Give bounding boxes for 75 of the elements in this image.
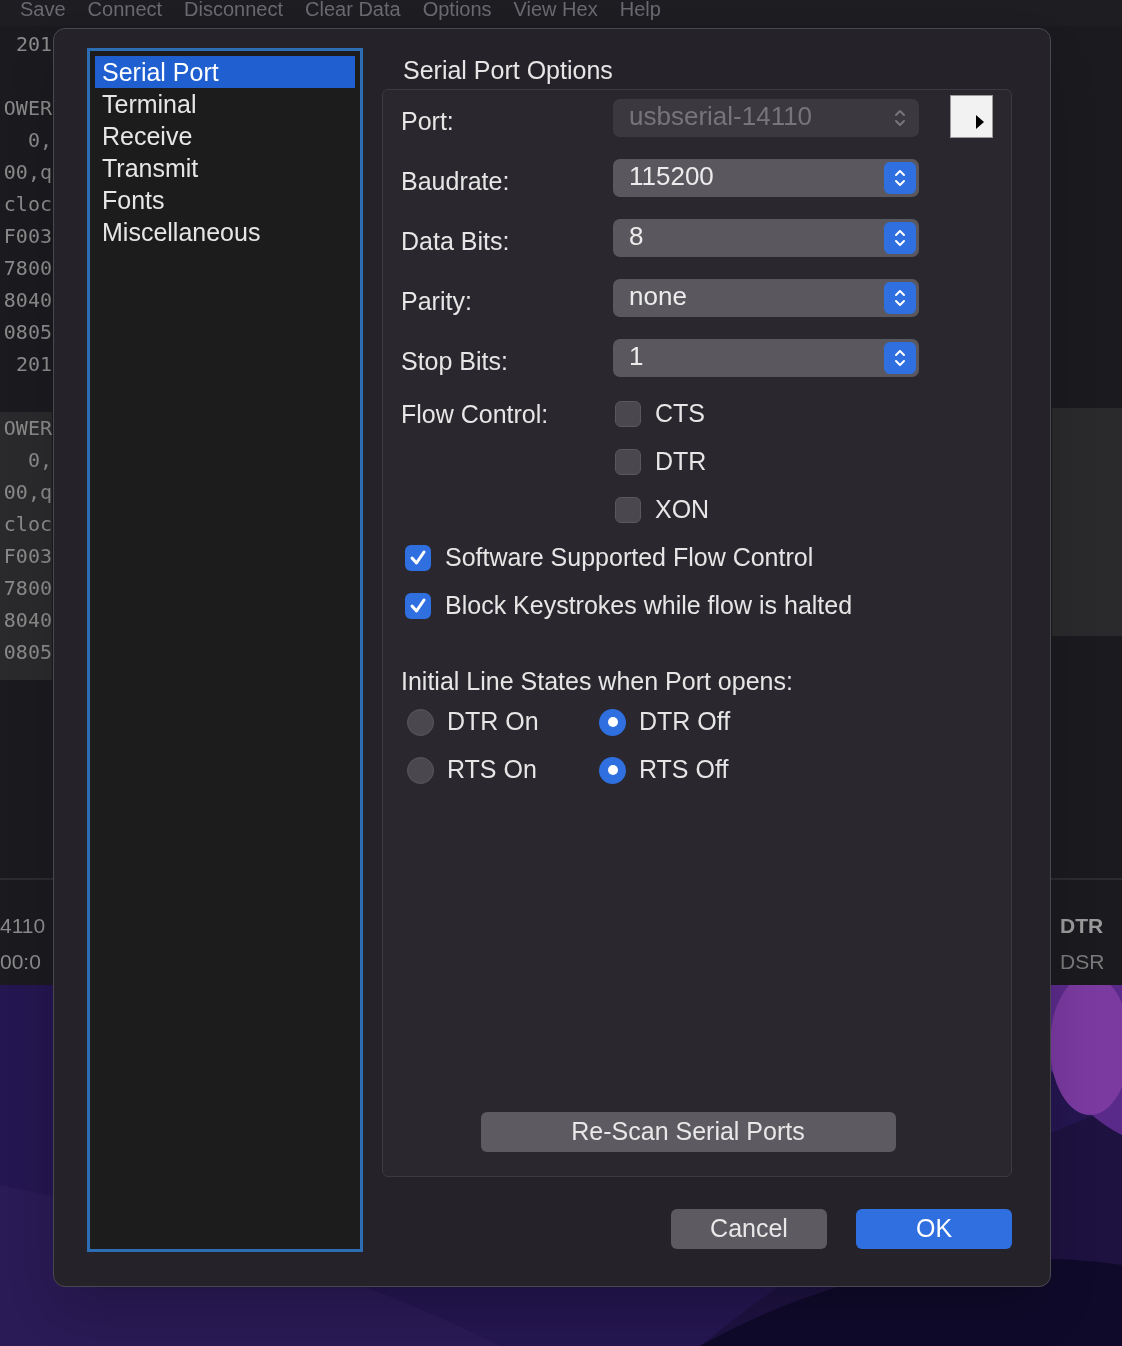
- stepper-icon: [884, 222, 916, 254]
- section-label: Initial Line States when Port opens:: [401, 666, 794, 693]
- log-line: 8040: [3, 608, 52, 632]
- checkmark-icon: [409, 597, 427, 615]
- select-field[interactable]: 115200: [613, 159, 919, 197]
- field-label: Stop Bits:: [401, 346, 509, 378]
- triangle-icon: [976, 114, 984, 129]
- checkbox[interactable]: [615, 497, 641, 523]
- menu-item[interactable]: Save: [20, 0, 66, 26]
- radio-button[interactable]: [599, 708, 626, 736]
- stepper-icon: [884, 282, 916, 314]
- field-label: Flow Control:: [401, 399, 550, 430]
- category-item[interactable]: Fonts: [95, 184, 355, 216]
- radio-button[interactable]: [407, 708, 434, 736]
- radio-button[interactable]: [599, 756, 626, 784]
- log-line: 201: [15, 352, 52, 376]
- select-field[interactable]: 8: [613, 219, 919, 257]
- menu-item[interactable]: Clear Data: [305, 0, 401, 26]
- radio-label: RTS Off: [639, 754, 729, 786]
- category-item[interactable]: Serial Port: [95, 56, 355, 88]
- select-field[interactable]: none: [613, 279, 919, 317]
- rescan-button[interactable]: Re-Scan Serial Ports: [480, 1112, 896, 1152]
- section-title: Serial Port Options: [402, 55, 614, 86]
- stepper-icon: [884, 162, 916, 194]
- menu-item[interactable]: Disconnect: [184, 0, 284, 26]
- status-text: 4110: [0, 913, 46, 939]
- checkbox[interactable]: [615, 449, 641, 475]
- category-item[interactable]: Transmit: [95, 152, 355, 184]
- log-line: 0,: [27, 448, 52, 472]
- log-line: OWER: [3, 96, 52, 120]
- checkbox-label: CTS: [655, 398, 705, 430]
- ok-button[interactable]: OK: [856, 1209, 1012, 1249]
- radio-label: RTS On: [447, 754, 537, 786]
- field-label: Parity:: [401, 286, 473, 318]
- radio-button[interactable]: [407, 756, 434, 784]
- category-item[interactable]: Receive: [95, 120, 355, 152]
- log-line: 8040: [3, 288, 52, 312]
- log-line: 0,: [27, 128, 52, 152]
- log-line: 7800: [3, 256, 52, 280]
- log-line: cloc: [3, 512, 52, 536]
- stepper-icon: [884, 342, 916, 374]
- field-label: Data Bits:: [401, 226, 511, 258]
- status-text: 00:0: [0, 949, 42, 975]
- menu-item[interactable]: View Hex: [513, 0, 598, 26]
- log-line: 201: [15, 32, 52, 56]
- checkbox-label: Software Supported Flow Control: [445, 542, 814, 574]
- log-line: 0805: [3, 320, 52, 344]
- log-line: 00,q: [3, 160, 52, 184]
- signal-indicator: DTR: [1060, 913, 1105, 939]
- log-line: OWER: [3, 416, 52, 440]
- log-line: 00,q: [3, 480, 52, 504]
- log-line: F003: [3, 224, 52, 248]
- radio-label: DTR Off: [639, 706, 731, 738]
- field-label: Port:: [401, 106, 455, 138]
- log-line: 0805: [3, 640, 52, 664]
- checkbox-label: DTR: [655, 446, 707, 478]
- checkbox-label: XON: [655, 494, 710, 526]
- checkbox-label: Block Keystrokes while flow is halted: [445, 590, 853, 622]
- log-line: 7800: [3, 576, 52, 600]
- log-line: cloc: [3, 192, 52, 216]
- category-item[interactable]: Terminal: [95, 88, 355, 120]
- log-line: F003: [3, 544, 52, 568]
- select-field[interactable]: 1: [613, 339, 919, 377]
- radio-label: DTR On: [447, 706, 539, 738]
- category-item[interactable]: Miscellaneous: [95, 216, 355, 248]
- menu-item[interactable]: Help: [619, 0, 661, 26]
- menu-item[interactable]: Options: [422, 0, 492, 26]
- field-label: Baudrate:: [401, 166, 511, 198]
- checkbox[interactable]: [615, 401, 641, 427]
- signal-indicator: DSR: [1060, 949, 1106, 975]
- menu-item[interactable]: Connect: [87, 0, 163, 26]
- cancel-button[interactable]: Cancel: [671, 1209, 827, 1249]
- checkbox[interactable]: [405, 545, 431, 571]
- checkbox[interactable]: [405, 593, 431, 619]
- checkmark-icon: [409, 549, 427, 567]
